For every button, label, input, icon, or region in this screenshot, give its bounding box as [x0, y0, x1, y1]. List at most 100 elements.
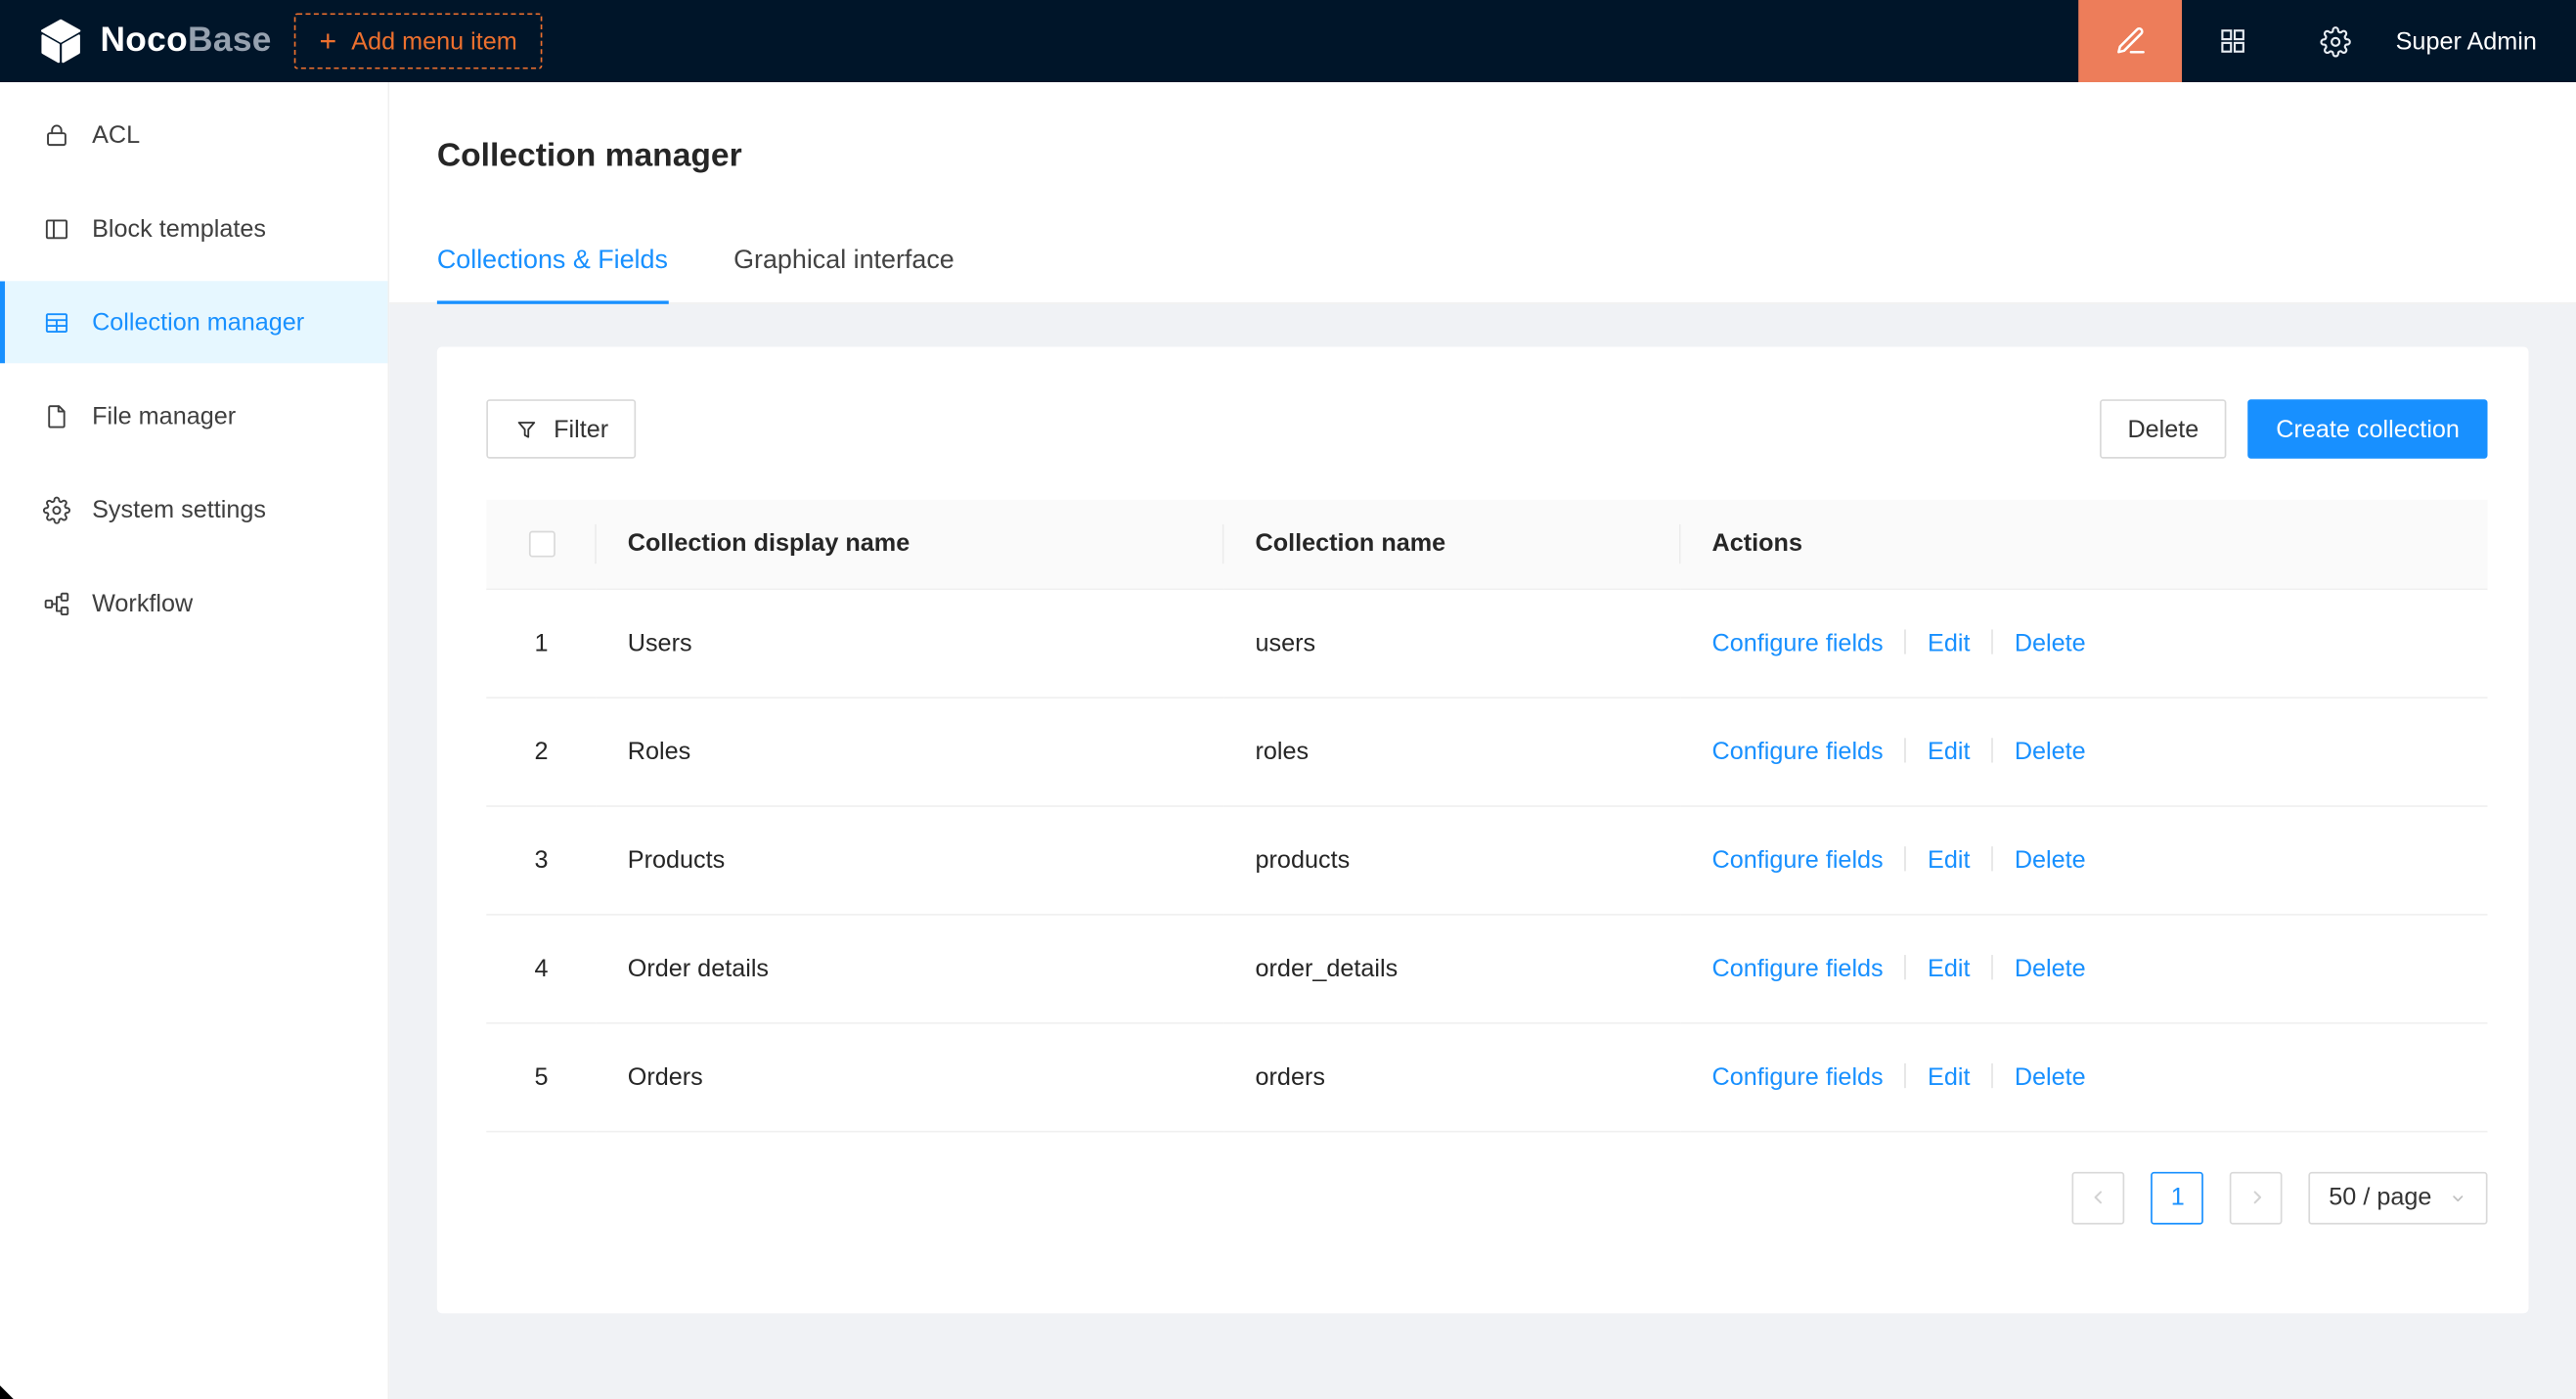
- sidebar-item-collection-manager[interactable]: Collection manager: [0, 281, 387, 363]
- sidebar-item-label: Collection manager: [92, 308, 304, 337]
- cell-collection-name: orders: [1224, 1022, 1681, 1131]
- logo-text: NocoBase: [100, 22, 271, 61]
- row-index: 3: [535, 845, 549, 874]
- sidebar-item-label: ACL: [92, 120, 140, 149]
- cell-display-name: Products: [597, 805, 1224, 914]
- file-icon: [43, 402, 71, 430]
- apps-grid-icon: [2218, 26, 2247, 56]
- chevron-right-icon: [2245, 1187, 2267, 1208]
- collections-table: Collection display name Collection name …: [486, 500, 2487, 1132]
- page-size-value: 50 / page: [2329, 1184, 2431, 1212]
- sidebar-item-system-settings[interactable]: System settings: [0, 469, 387, 551]
- column-header-collection-name: Collection name: [1224, 500, 1681, 589]
- divider: [1905, 845, 1907, 870]
- add-menu-item-button[interactable]: + Add menu item: [294, 13, 542, 68]
- settings-button[interactable]: [2284, 0, 2385, 82]
- page-number-button[interactable]: 1: [2152, 1171, 2204, 1224]
- cell-actions: Configure fields Edit Delete: [1681, 588, 2488, 697]
- table-header-row: Collection display name Collection name …: [486, 500, 2487, 589]
- table-row: 3 Products products Configure fields Edit…: [486, 805, 2487, 914]
- page-size-select[interactable]: 50 / page: [2309, 1171, 2487, 1224]
- chevron-down-icon: [2448, 1188, 2467, 1207]
- sidebar-item-file-manager[interactable]: File manager: [0, 375, 387, 457]
- edit-link[interactable]: Edit: [1928, 737, 1970, 765]
- table-icon: [43, 308, 71, 337]
- filter-button[interactable]: Filter: [486, 399, 636, 458]
- highlighter-icon: [2114, 24, 2148, 58]
- configure-fields-link[interactable]: Configure fields: [1712, 845, 1884, 874]
- lock-icon: [43, 120, 71, 149]
- configure-fields-link[interactable]: Configure fields: [1712, 954, 1884, 982]
- cell-display-name: Order details: [597, 914, 1224, 1022]
- delete-link[interactable]: Delete: [2015, 1062, 2086, 1091]
- edit-link[interactable]: Edit: [1928, 629, 1970, 657]
- user-menu[interactable]: Super Admin: [2386, 27, 2576, 56]
- row-index: 5: [535, 1062, 549, 1091]
- sidebar-item-label: Block templates: [92, 214, 266, 243]
- divider: [1905, 737, 1907, 761]
- cell-actions: Configure fields Edit Delete: [1681, 805, 2488, 914]
- plus-icon: +: [319, 25, 336, 55]
- prev-page-button[interactable]: [2072, 1171, 2125, 1224]
- sidebar-item-label: System settings: [92, 496, 266, 524]
- next-page-button[interactable]: [2230, 1171, 2283, 1224]
- edit-link[interactable]: Edit: [1928, 845, 1970, 874]
- sidebar-item-workflow[interactable]: Workflow: [0, 563, 387, 645]
- page-header: Collection manager Collections & Fields …: [389, 82, 2576, 304]
- divider: [1905, 629, 1907, 654]
- app-body: ACL Block templates Collection manager: [0, 82, 2576, 1399]
- table-row: 1 Users users Configure fields Edit Delete: [486, 588, 2487, 697]
- edit-link[interactable]: Edit: [1928, 1062, 1970, 1091]
- plugins-button[interactable]: [2182, 0, 2284, 82]
- tab-bar: Collections & Fields Graphical interface: [437, 244, 2529, 302]
- cell-collection-name: order_details: [1224, 914, 1681, 1022]
- logo-text-light: Base: [188, 22, 272, 60]
- cell-actions: Configure fields Edit Delete: [1681, 914, 2488, 1022]
- configure-fields-link[interactable]: Configure fields: [1712, 1062, 1884, 1091]
- settings-sidebar: ACL Block templates Collection manager: [0, 82, 389, 1399]
- cell-collection-name: users: [1224, 588, 1681, 697]
- column-header-actions: Actions: [1681, 500, 2488, 589]
- main-area: Collection manager Collections & Fields …: [389, 82, 2576, 1399]
- cell-collection-name: roles: [1224, 697, 1681, 805]
- sidebar-item-label: Workflow: [92, 589, 193, 617]
- sidebar-item-label: File manager: [92, 402, 236, 430]
- divider: [1991, 737, 1993, 761]
- ui-editor-button[interactable]: [2078, 0, 2182, 82]
- delete-link[interactable]: Delete: [2015, 845, 2086, 874]
- chevron-left-icon: [2088, 1187, 2110, 1208]
- edit-link[interactable]: Edit: [1928, 954, 1970, 982]
- workflow-icon: [43, 589, 71, 617]
- tab-graphical-interface[interactable]: Graphical interface: [733, 244, 955, 304]
- cell-display-name: Roles: [597, 697, 1224, 805]
- configure-fields-link[interactable]: Configure fields: [1712, 737, 1884, 765]
- row-index: 1: [535, 629, 549, 657]
- delete-button[interactable]: Delete: [2100, 399, 2227, 458]
- cell-collection-name: products: [1224, 805, 1681, 914]
- create-collection-button[interactable]: Create collection: [2248, 399, 2488, 458]
- filter-button-label: Filter: [554, 415, 608, 443]
- sidebar-item-block-templates[interactable]: Block templates: [0, 188, 387, 270]
- delete-link[interactable]: Delete: [2015, 954, 2086, 982]
- sidebar-item-acl[interactable]: ACL: [0, 94, 387, 176]
- cell-actions: Configure fields Edit Delete: [1681, 1022, 2488, 1131]
- select-all-checkbox[interactable]: [528, 531, 555, 558]
- table-row: 2 Roles roles Configure fields Edit Delete: [486, 697, 2487, 805]
- column-header-display-name: Collection display name: [597, 500, 1224, 589]
- collections-card: Filter Delete Create collection: [437, 346, 2529, 1313]
- page-content: Filter Delete Create collection: [389, 304, 2576, 1399]
- divider: [1991, 629, 1993, 654]
- card-toolbar: Filter Delete Create collection: [486, 399, 2487, 458]
- gear-icon: [2320, 25, 2351, 57]
- nocobase-logo[interactable]: NocoBase: [0, 17, 294, 66]
- configure-fields-link[interactable]: Configure fields: [1712, 629, 1884, 657]
- divider: [1905, 1062, 1907, 1087]
- divider: [1905, 954, 1907, 978]
- mouse-cursor: [0, 1385, 15, 1399]
- delete-link[interactable]: Delete: [2015, 737, 2086, 765]
- row-index: 2: [535, 737, 549, 765]
- cell-display-name: Orders: [597, 1022, 1224, 1131]
- tab-collections-fields[interactable]: Collections & Fields: [437, 244, 668, 304]
- cell-display-name: Users: [597, 588, 1224, 697]
- delete-link[interactable]: Delete: [2015, 629, 2086, 657]
